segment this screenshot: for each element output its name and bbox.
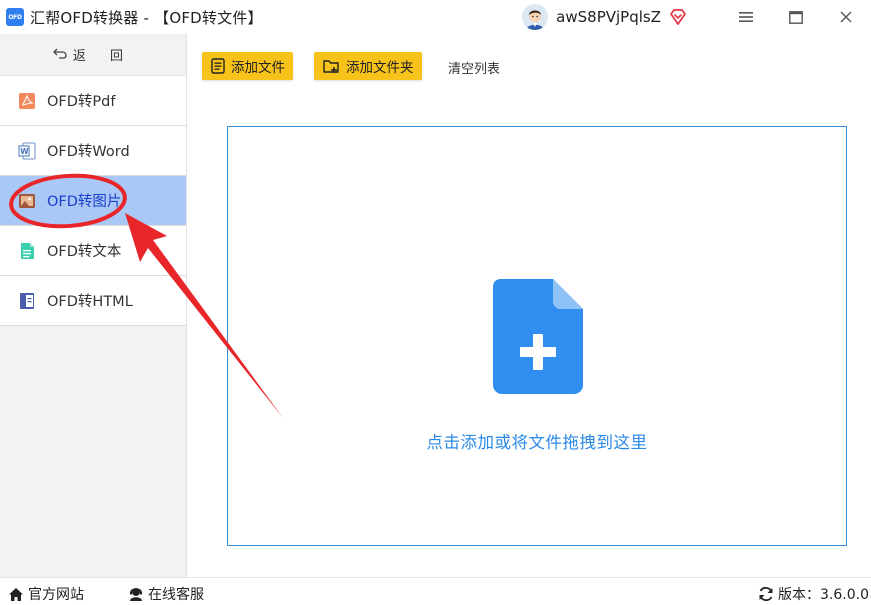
refresh-icon: [758, 586, 774, 602]
online-support-link[interactable]: 在线客服: [128, 584, 204, 604]
text-file-icon: [17, 241, 37, 261]
back-button[interactable]: 返 回: [0, 34, 186, 76]
sidebar-item-ofd-to-html[interactable]: OFD转HTML: [0, 276, 186, 326]
clear-list-button[interactable]: 清空列表: [448, 58, 500, 77]
sidebar-item-ofd-to-word[interactable]: W OFD转Word: [0, 126, 186, 176]
website-label: 官方网站: [28, 587, 84, 603]
sidebar-item-label: OFD转Word: [47, 144, 130, 160]
username[interactable]: awS8PVjPqlsZ: [556, 8, 661, 26]
sidebar-item-ofd-to-text[interactable]: OFD转文本: [0, 226, 186, 276]
title-bar-controls: awS8PVjPqlsZ: [522, 0, 871, 34]
maximize-button[interactable]: [771, 0, 821, 34]
file-drop-zone[interactable]: 点击添加或将文件拖拽到这里: [227, 126, 847, 546]
svg-text:W: W: [20, 147, 29, 156]
sidebar-item-label: OFD转文本: [47, 244, 122, 260]
back-arrow-icon: [53, 47, 67, 63]
add-folder-label: 添加文件夹: [346, 60, 414, 76]
version-info[interactable]: 版本：3.6.0.0: [758, 584, 869, 604]
add-folder-icon: [323, 59, 340, 74]
image-icon: [17, 191, 37, 211]
add-file-icon[interactable]: [493, 279, 583, 399]
add-file-label: 添加文件: [231, 60, 285, 76]
sidebar-item-ofd-to-image[interactable]: OFD转图片: [0, 176, 186, 226]
home-icon: [8, 587, 24, 602]
menu-button[interactable]: [721, 0, 771, 34]
sidebar: 返 回 OFD转Pdf W OFD转Word OFD转图片 OFD转文本 OFD…: [0, 34, 187, 577]
sidebar-item-ofd-to-pdf[interactable]: OFD转Pdf: [0, 76, 186, 126]
user-avatar[interactable]: [522, 4, 549, 30]
title-bar: OFD 汇帮OFD转换器 - 【OFD转文件】 awS8PVjPqlsZ: [0, 0, 871, 34]
file-list-icon: [211, 58, 225, 74]
close-icon: [840, 11, 852, 23]
html-icon: [17, 291, 37, 311]
official-website-link[interactable]: 官方网站: [8, 584, 84, 604]
add-file-button[interactable]: 添加文件: [202, 52, 293, 80]
support-agent-icon: [128, 586, 144, 602]
maximize-icon: [789, 10, 803, 24]
support-label: 在线客服: [148, 587, 204, 603]
close-button[interactable]: [821, 0, 871, 34]
toolbar: 添加文件 添加文件夹 清空列表: [187, 34, 871, 98]
sidebar-item-label: OFD转HTML: [47, 294, 133, 310]
hamburger-icon: [739, 12, 753, 22]
app-logo-icon: OFD: [6, 8, 24, 26]
status-bar: 官方网站 在线客服 版本：3.6.0.0: [0, 577, 871, 605]
sidebar-item-label: OFD转图片: [47, 194, 122, 210]
pdf-icon: [17, 91, 37, 111]
window-title: 汇帮OFD转换器 - 【OFD转文件】: [30, 8, 263, 27]
back-label: 返 回: [72, 49, 134, 64]
word-icon: W: [17, 141, 37, 161]
vip-diamond-icon[interactable]: [669, 8, 687, 26]
version-label: 版本：3.6.0.0: [778, 587, 869, 603]
drop-zone-hint: 点击添加或将文件拖拽到这里: [426, 433, 648, 452]
sidebar-item-label: OFD转Pdf: [47, 94, 116, 110]
add-folder-button[interactable]: 添加文件夹: [314, 52, 422, 80]
